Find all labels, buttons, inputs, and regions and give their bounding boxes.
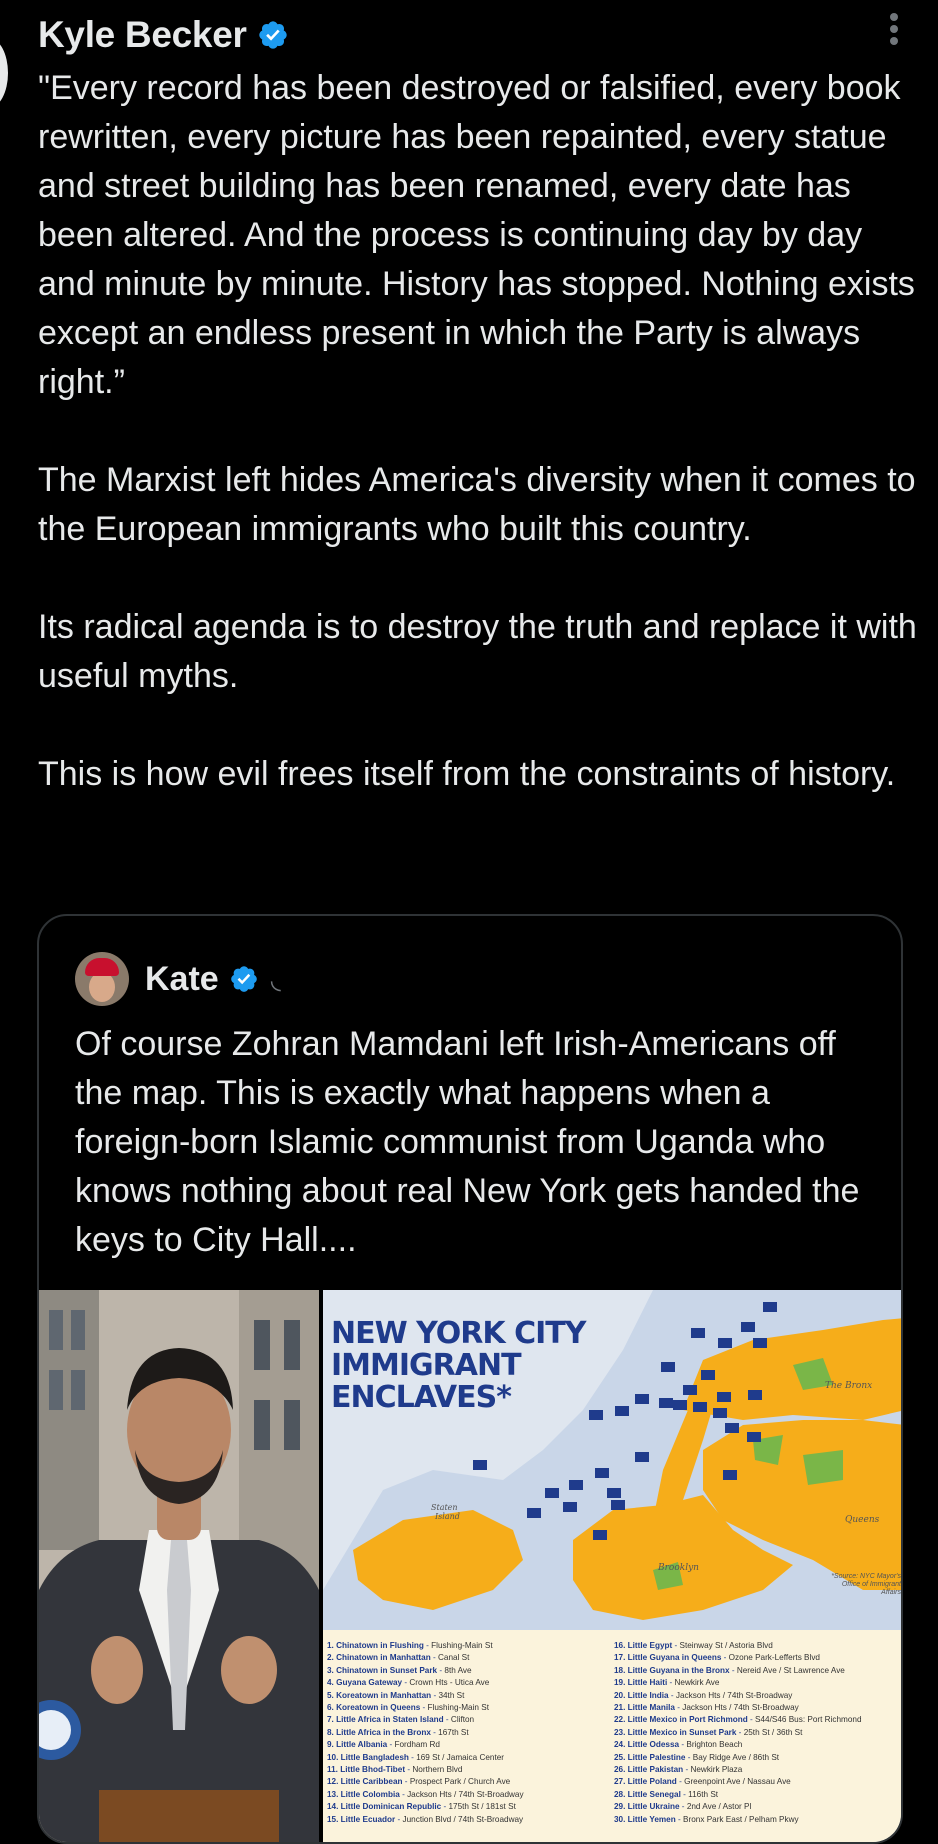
legend-column-left: 1. Chinatown in Flushing - Flushing-Main… bbox=[327, 1640, 614, 1842]
legend-item: 16. Little Egypt - Steinway St / Astoria… bbox=[614, 1641, 773, 1650]
legend-item: 26. Little Pakistan - Newkirk Plaza bbox=[614, 1765, 743, 1775]
immigrant-enclaves-map[interactable]: Brooklyn Queens The Bronx Staten Island … bbox=[323, 1290, 901, 1842]
photo-man-speaking[interactable] bbox=[39, 1290, 319, 1842]
photo-illustration bbox=[39, 1290, 319, 1842]
legend-item: 17. Little Guyana in Queens - Ozone Park… bbox=[614, 1653, 820, 1663]
legend-item: 3. Chinatown in Sunset Park - 8th Ave bbox=[327, 1665, 472, 1675]
map-title-line: NEW YORK CITY bbox=[331, 1316, 586, 1351]
legend-item: 8. Little Africa in the Bronx - 167th St bbox=[327, 1727, 469, 1737]
svg-text:Brooklyn: Brooklyn bbox=[657, 1563, 699, 1573]
post-body: "Every record has been destroyed or fals… bbox=[38, 64, 918, 799]
legend-item: 23. Little Mexico in Sunset Park - 25th … bbox=[614, 1727, 803, 1737]
map-legend: 1. Chinatown in Flushing - Flushing-Main… bbox=[323, 1630, 901, 1842]
map-title-line: IMMIGRANT bbox=[331, 1348, 522, 1383]
legend-item: 1. Chinatown in Flushing - Flushing-Main… bbox=[327, 1641, 493, 1650]
legend-item: 13. Little Colombia - Jackson Hts / 74th… bbox=[327, 1789, 524, 1799]
legend-item: 2. Chinatown in Manhattan - Canal St bbox=[327, 1653, 470, 1663]
map-title-line: ENCLAVES* bbox=[331, 1380, 512, 1415]
legend-item: 6. Koreatown in Queens - Flushing-Main S… bbox=[327, 1703, 489, 1713]
map-title: NEW YORK CITY IMMIGRANT ENCLAVES* bbox=[331, 1316, 586, 1415]
legend-item: 11. Little Bhod-Tibet - Northern Blvd bbox=[327, 1765, 463, 1775]
author-name[interactable]: Kyle Becker bbox=[38, 14, 247, 56]
post-paragraph: This is how evil frees itself from the c… bbox=[38, 755, 896, 793]
post-paragraph: "Every record has been destroyed or fals… bbox=[38, 69, 915, 401]
legend-column-right: 16. Little Egypt - Steinway St / Astoria… bbox=[614, 1640, 901, 1842]
legend-item: 7. Little Africa in Staten Island - Clif… bbox=[327, 1715, 475, 1725]
legend-item: 9. Little Albania - Fordham Rd bbox=[327, 1740, 440, 1750]
legend-item: 18. Little Guyana in the Bronx - Nereid … bbox=[614, 1665, 845, 1675]
clock-icon: ◟ bbox=[270, 963, 281, 994]
quoted-post-header: Kate ◟ bbox=[75, 952, 281, 1006]
legend-item: 27. Little Poland - Greenpoint Ave / Nas… bbox=[614, 1777, 791, 1787]
quoted-post-text: Of course Zohran Mamdani left Irish-Amer… bbox=[75, 1025, 860, 1259]
legend-item: 5. Koreatown in Manhattan - 34th St bbox=[327, 1690, 465, 1700]
legend-item: 30. Little Yemen - Bronx Park East / Pel… bbox=[614, 1814, 799, 1824]
legend-item: 29. Little Ukraine - 2nd Ave / Astor Pl bbox=[614, 1802, 752, 1812]
map-source: *Source: NYC Mayor's Office of Immigrant… bbox=[831, 1573, 901, 1596]
quoted-post-media[interactable]: Brooklyn Queens The Bronx Staten Island … bbox=[39, 1290, 901, 1842]
legend-item: 21. Little Manila - Jackson Hts / 74th S… bbox=[614, 1703, 799, 1713]
svg-text:Island: Island bbox=[434, 1512, 460, 1521]
more-options-icon[interactable] bbox=[888, 10, 900, 50]
svg-text:Queens: Queens bbox=[845, 1515, 880, 1525]
legend-item: 12. Little Caribbean - Prospect Park / C… bbox=[327, 1777, 511, 1787]
legend-item: 28. Little Senegal - 116th St bbox=[614, 1789, 719, 1799]
quoted-author-avatar[interactable] bbox=[75, 952, 129, 1006]
post-paragraph: The Marxist left hides America's diversi… bbox=[38, 461, 916, 548]
avatar-edge[interactable] bbox=[0, 38, 8, 108]
legend-item: 10. Little Bangladesh - 169 St / Jamaica… bbox=[327, 1752, 505, 1762]
legend-item: 24. Little Odessa - Brighton Beach bbox=[614, 1740, 743, 1750]
quoted-post[interactable]: Kate ◟ Of course Zohran Mamdani left Iri… bbox=[37, 914, 903, 1844]
verified-badge-icon bbox=[258, 21, 287, 49]
svg-text:The Bronx: The Bronx bbox=[825, 1381, 872, 1391]
svg-text:Staten: Staten bbox=[431, 1503, 458, 1512]
legend-item: 20. Little India - Jackson Hts / 74th St… bbox=[614, 1690, 793, 1700]
verified-badge-icon bbox=[230, 966, 257, 992]
legend-item: 19. Little Haiti - Newkirk Ave bbox=[614, 1678, 720, 1688]
legend-item: 15. Little Ecuador - Junction Blvd / 74t… bbox=[327, 1814, 524, 1824]
post-header: Kyle Becker bbox=[38, 10, 918, 60]
legend-item: 4. Guyana Gateway - Crown Hts - Utica Av… bbox=[327, 1678, 490, 1688]
legend-item: 14. Little Dominican Republic - 175th St… bbox=[327, 1802, 516, 1812]
post-paragraph: Its radical agenda is to destroy the tru… bbox=[38, 608, 917, 695]
quoted-author-name[interactable]: Kate bbox=[145, 960, 219, 999]
legend-item: 25. Little Palestine - Bay Ridge Ave / 8… bbox=[614, 1752, 780, 1762]
legend-item: 22. Little Mexico in Port Richmond - S44… bbox=[614, 1715, 862, 1725]
